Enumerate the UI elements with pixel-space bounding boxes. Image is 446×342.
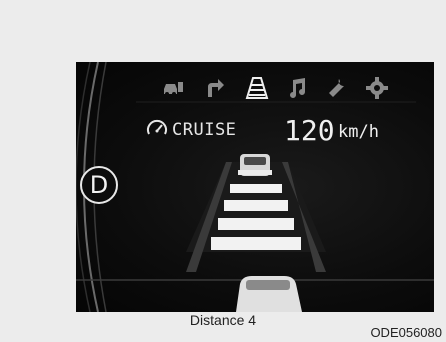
distance-road-graphic xyxy=(186,154,326,312)
own-vehicle-icon xyxy=(236,276,302,312)
distance-bar xyxy=(211,237,301,250)
distance-bar xyxy=(230,184,282,193)
instrument-cluster-display: CRUISE 120 km/h D xyxy=(76,62,434,312)
distance-bar xyxy=(218,218,294,230)
distance-bar xyxy=(224,200,288,211)
figure-frame: CRUISE 120 km/h D xyxy=(14,14,434,312)
figure-code: ODE056080 xyxy=(370,325,442,340)
lead-vehicle-icon xyxy=(238,154,272,176)
